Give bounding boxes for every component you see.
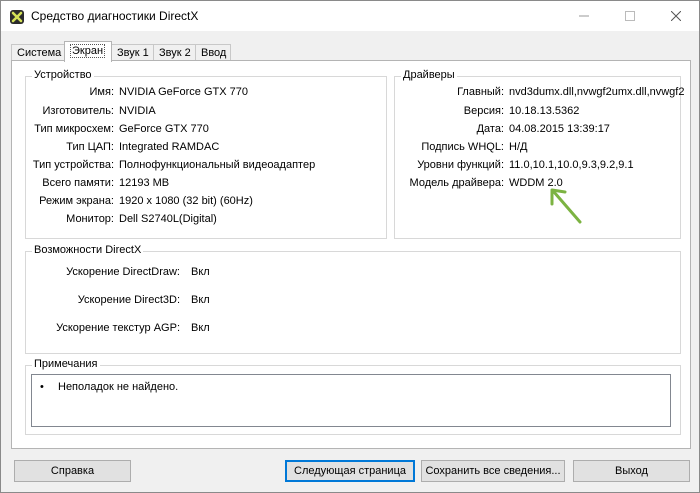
directx-icon [9, 9, 25, 25]
save-all-info-button[interactable]: Сохранить все сведения... [421, 460, 565, 482]
dxdiag-window: Средство диагностики DirectX Система Экр… [0, 0, 700, 493]
maximize-icon [625, 11, 635, 21]
device-group-title: Устройство [32, 69, 94, 81]
minimize-icon [579, 11, 589, 21]
exit-button[interactable]: Выход [573, 460, 690, 482]
device-row-label: Всего памяти: [42, 177, 114, 189]
drivers-group: Драйверы [394, 69, 681, 239]
directx-row-label: Ускорение DirectDraw: [66, 266, 180, 278]
tab-label: Ввод [201, 47, 227, 59]
directx-features-group-title: Возможности DirectX [32, 244, 144, 256]
title-bar[interactable]: Средство диагностики DirectX [1, 1, 699, 31]
device-row-label: Монитор: [66, 213, 114, 225]
tab-input[interactable]: Ввод [195, 44, 231, 61]
tab-label: Звук 1 [117, 47, 149, 59]
green-arrow-annotation [546, 184, 586, 229]
maximize-button[interactable] [607, 1, 653, 31]
close-icon [671, 11, 681, 21]
tab-sound-1[interactable]: Звук 1 [111, 44, 154, 61]
device-row-label: Изготовитель: [42, 105, 115, 117]
device-row-label: Тип устройства: [32, 159, 114, 171]
help-button[interactable]: Справка [14, 460, 131, 482]
tab-label: Экран [70, 44, 106, 58]
driver-row-label: Дата: [476, 123, 504, 135]
next-page-button[interactable]: Следующая страница [285, 460, 415, 482]
tab-panel-display: Устройство Имя: NVIDIA GeForce GTX 770 И… [11, 60, 691, 449]
device-row-label: Тип ЦАП: [66, 141, 114, 153]
close-button[interactable] [653, 1, 699, 31]
driver-row-label: Подпись WHQL: [421, 141, 504, 153]
note-bullet: • [40, 381, 44, 393]
device-row-label: Имя: [89, 86, 114, 98]
drivers-group-title: Драйверы [401, 69, 457, 81]
device-row-label: Режим экрана: [39, 195, 114, 207]
directx-row-label: Ускорение текстур AGP: [56, 322, 180, 334]
window-title: Средство диагностики DirectX [31, 9, 199, 23]
notes-group-title: Примечания [32, 358, 100, 370]
minimize-button[interactable] [561, 1, 607, 31]
tab-sound-2[interactable]: Звук 2 [153, 44, 196, 61]
driver-row-label: Уровни функций: [417, 159, 504, 171]
tab-label: Звук 2 [159, 47, 191, 59]
driver-row-label: Версия: [463, 105, 504, 117]
tab-label: Система [17, 47, 62, 59]
note-text: Неполадок не найдено. [58, 381, 179, 393]
notes-textbox[interactable]: • Неполадок не найдено. [31, 374, 671, 427]
driver-row-label: Главный: [457, 86, 504, 98]
driver-row-label: Модель драйвера: [409, 177, 504, 189]
directx-row-label: Ускорение Direct3D: [77, 294, 180, 306]
device-row-label: Тип микросхем: [34, 123, 114, 135]
tab-system[interactable]: Система [11, 44, 65, 61]
tab-display[interactable]: Экран [64, 41, 112, 62]
